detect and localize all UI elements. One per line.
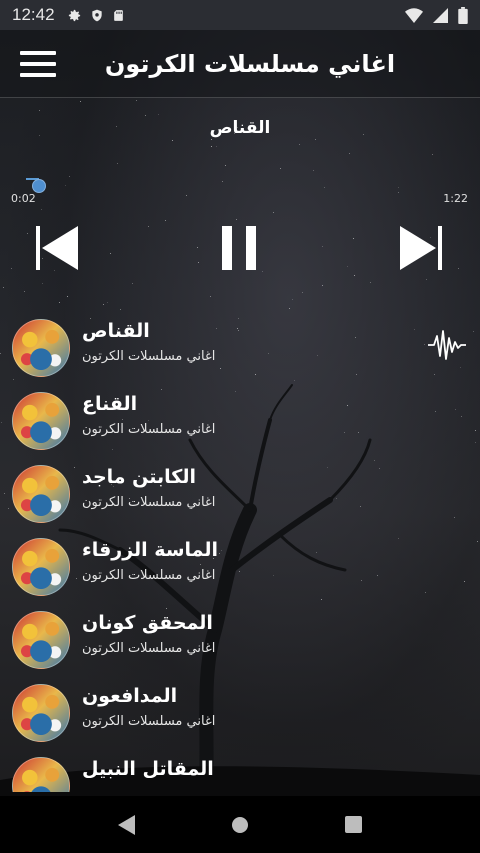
star <box>67 296 68 297</box>
star <box>42 283 43 284</box>
wifi-icon <box>405 7 423 23</box>
star <box>120 309 121 310</box>
app-title: اغاني مسلسلات الكرتون <box>104 49 396 78</box>
playback-controls <box>0 222 480 274</box>
album-art <box>12 319 70 377</box>
star <box>132 283 133 284</box>
star <box>302 292 303 293</box>
star <box>103 304 104 305</box>
star <box>210 296 211 297</box>
star <box>225 165 226 166</box>
star <box>39 110 40 111</box>
list-item[interactable]: المحقق كونان اغاني مسلسلات الكرتون <box>0 604 480 677</box>
audio-wave-icon <box>428 330 466 360</box>
star <box>398 192 399 193</box>
star <box>289 308 290 309</box>
star <box>117 163 118 164</box>
track-title: المقاتل النبيل <box>82 758 214 780</box>
skip-previous-icon[interactable] <box>36 222 78 274</box>
seek-bar[interactable] <box>26 172 466 193</box>
track-title: المدافعون <box>82 685 178 707</box>
track-title: المحقق كونان <box>82 612 213 634</box>
album-art <box>12 392 70 450</box>
album-art <box>12 611 70 669</box>
star <box>80 101 81 102</box>
star <box>211 146 212 147</box>
list-item[interactable]: القناص اغاني مسلسلات الكرتون <box>0 312 480 385</box>
skip-next-icon[interactable] <box>400 222 442 274</box>
hamburger-menu-icon[interactable] <box>20 44 60 84</box>
star <box>107 302 108 303</box>
star <box>299 144 300 145</box>
track-title: الماسة الزرقاء <box>82 539 219 561</box>
pause-icon[interactable] <box>220 222 258 274</box>
star <box>273 212 274 213</box>
battery-icon <box>458 6 468 24</box>
track-subtitle: اغاني مسلسلات الكرتون <box>82 568 216 583</box>
star <box>354 275 355 276</box>
system-nav-bar <box>0 796 480 853</box>
status-bar: 12:42 <box>0 0 480 30</box>
current-time: 0:02 <box>11 192 36 205</box>
app-bar: اغاني مسلسلات الكرتون <box>0 30 480 98</box>
sd-card-icon <box>113 9 123 21</box>
star <box>292 299 293 300</box>
star <box>172 140 173 141</box>
star <box>370 282 371 283</box>
star <box>158 114 159 115</box>
star <box>324 187 325 188</box>
track-subtitle: اغاني مسلسلات الكرتون <box>82 349 216 364</box>
now-playing-title: القناص <box>209 118 271 138</box>
track-subtitle: اغاني مسلسلات الكرتون <box>82 714 216 729</box>
star <box>280 168 281 169</box>
list-item[interactable]: الماسة الزرقاء اغاني مسلسلات الكرتون <box>0 531 480 604</box>
star <box>136 100 137 101</box>
star <box>322 285 323 286</box>
star <box>349 153 350 154</box>
list-item[interactable]: المقاتل النبيل <box>0 750 480 792</box>
star <box>315 139 316 140</box>
star <box>426 279 427 280</box>
track-subtitle: اغاني مسلسلات الكرتون <box>82 422 216 437</box>
gear-icon <box>68 9 80 21</box>
list-item[interactable]: المدافعون اغاني مسلسلات الكرتون <box>0 677 480 750</box>
list-item[interactable]: الكابتن ماجد اغاني مسلسلات الكرتون <box>0 458 480 531</box>
shield-icon <box>91 9 102 21</box>
track-subtitle: اغاني مسلسلات الكرتون <box>82 495 216 510</box>
star <box>211 139 212 140</box>
duration-time: 1:22 <box>443 192 468 205</box>
seek-track <box>26 178 466 180</box>
album-art <box>12 757 70 792</box>
star <box>3 287 4 288</box>
track-subtitle: اغاني مسلسلات الكرتون <box>82 641 216 656</box>
star <box>41 209 42 210</box>
status-time: 12:42 <box>12 5 55 24</box>
star <box>24 291 25 292</box>
signal-icon <box>433 7 448 23</box>
album-art <box>12 538 70 596</box>
track-list[interactable]: القناص اغاني مسلسلات الكرتون القناع اغان… <box>0 312 480 792</box>
album-art <box>12 684 70 742</box>
album-art <box>12 465 70 523</box>
star <box>432 154 433 155</box>
track-title: القناص <box>82 320 150 342</box>
star <box>145 115 146 116</box>
list-item[interactable]: القناع اغاني مسلسلات الكرتون <box>0 385 480 458</box>
star <box>313 170 314 171</box>
home-circle-icon[interactable] <box>220 805 260 845</box>
star <box>216 146 217 147</box>
back-triangle-icon[interactable] <box>107 805 147 845</box>
star <box>165 220 166 221</box>
star <box>236 219 237 220</box>
track-title: الكابتن ماجد <box>82 466 196 488</box>
star <box>398 187 399 188</box>
star <box>59 302 60 303</box>
track-title: القناع <box>82 393 138 415</box>
recents-square-icon[interactable] <box>333 805 373 845</box>
star <box>186 195 187 196</box>
